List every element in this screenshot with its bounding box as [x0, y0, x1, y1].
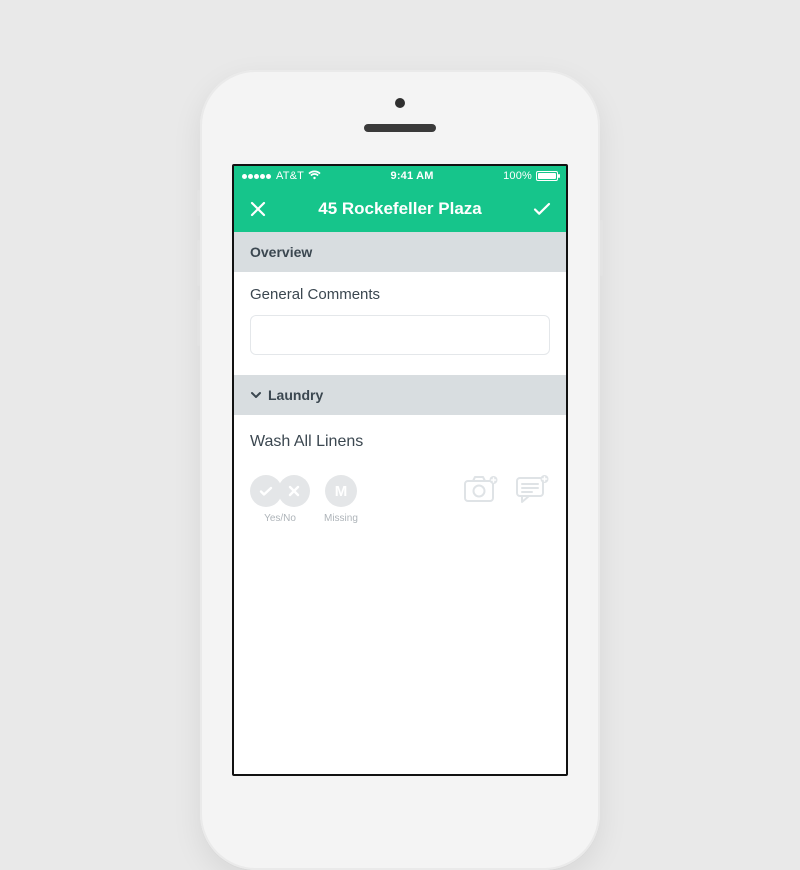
missing-glyph: M [335, 483, 348, 500]
volume-up-button [197, 240, 200, 286]
checkmark-icon [532, 199, 552, 219]
confirm-button[interactable] [530, 197, 554, 221]
status-bar: AT&T 9:41 AM 100% [234, 166, 566, 186]
missing-toggle-group: M Missing [324, 475, 358, 524]
wifi-icon [308, 170, 321, 183]
chat-plus-icon [516, 475, 550, 503]
task-item: Wash All Linens Yes/No [234, 415, 566, 532]
nav-bar: 45 Rockefeller Plaza [234, 186, 566, 232]
section-header-laundry[interactable]: Laundry [234, 375, 566, 415]
battery-icon [536, 171, 558, 181]
page-title: 45 Rockefeller Plaza [270, 199, 530, 219]
chevron-down-icon [250, 389, 262, 401]
earpiece-speaker [364, 124, 436, 132]
comments-label: General Comments [250, 286, 550, 303]
carrier-label: AT&T [276, 170, 304, 182]
add-comment-button[interactable] [516, 475, 550, 503]
section-title: Overview [250, 244, 312, 260]
battery-pct-label: 100% [503, 170, 532, 182]
volume-down-button [197, 300, 200, 346]
section-header-overview: Overview [234, 232, 566, 272]
task-title: Wash All Linens [250, 433, 550, 451]
mute-switch [197, 190, 200, 216]
yes-no-label: Yes/No [264, 513, 296, 524]
yes-no-toggle-group: Yes/No [250, 475, 310, 524]
signal-strength-icon [242, 174, 271, 179]
phone-frame: AT&T 9:41 AM 100% 45 Rockefeller Plaza O… [200, 70, 600, 870]
missing-button[interactable]: M [325, 475, 357, 507]
close-button[interactable] [246, 197, 270, 221]
front-camera [395, 98, 405, 108]
section-body-overview: General Comments [234, 272, 566, 375]
screen: AT&T 9:41 AM 100% 45 Rockefeller Plaza O… [232, 164, 568, 776]
camera-plus-icon [464, 475, 498, 503]
general-comments-input[interactable] [250, 315, 550, 355]
x-icon [287, 484, 301, 498]
clock-label: 9:41 AM [321, 170, 503, 182]
missing-label: Missing [324, 513, 358, 524]
no-button[interactable] [278, 475, 310, 507]
check-icon [258, 483, 274, 499]
close-icon [249, 200, 267, 218]
power-button [600, 220, 603, 276]
section-title: Laundry [268, 387, 323, 403]
add-photo-button[interactable] [464, 475, 498, 503]
